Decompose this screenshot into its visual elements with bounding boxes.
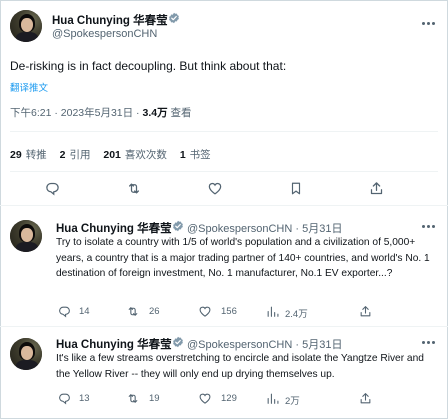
- verified-badge-icon: [173, 336, 183, 348]
- divider: [0, 205, 448, 206]
- views-count: 2.4万: [285, 309, 308, 320]
- avatar[interactable]: [10, 220, 42, 252]
- share-icon[interactable]: [359, 305, 372, 318]
- timestamp[interactable]: 下午6:21 · 2023年5月31日 ·: [10, 107, 142, 119]
- views-icon[interactable]: [266, 305, 279, 318]
- retweet-icon[interactable]: [126, 181, 142, 196]
- retweet-icon[interactable]: [126, 392, 140, 405]
- display-name[interactable]: Hua Chunying 华春莹: [56, 336, 172, 352]
- like-icon[interactable]: [207, 181, 223, 196]
- bookmark-icon[interactable]: [289, 181, 303, 196]
- share-icon[interactable]: [369, 181, 384, 196]
- retweet-count: 26: [149, 306, 160, 317]
- retweet-icon[interactable]: [126, 305, 140, 318]
- retweet-count: 19: [149, 393, 160, 404]
- reply-icon[interactable]: [45, 181, 60, 196]
- handle[interactable]: @SpokespersonCHN: [52, 28, 157, 40]
- tweet-text: Try to isolate a country with 1/5 of wor…: [56, 237, 430, 279]
- avatar[interactable]: [10, 338, 42, 370]
- verified-badge-icon: [173, 220, 183, 232]
- like-count: 129: [221, 393, 237, 404]
- divider: [10, 131, 438, 132]
- like-icon[interactable]: [198, 305, 212, 318]
- verified-badge-icon: [169, 12, 179, 24]
- quotes-stat[interactable]: 2 引用: [60, 149, 91, 161]
- more-options-icon[interactable]: [422, 22, 436, 26]
- reply-icon[interactable]: [58, 392, 71, 405]
- translate-link[interactable]: 翻译推文: [10, 80, 48, 94]
- share-icon[interactable]: [359, 392, 372, 405]
- display-name[interactable]: Hua Chunying 华春莹: [56, 220, 172, 236]
- display-name[interactable]: Hua Chunying 华春莹: [52, 12, 168, 28]
- divider: [10, 171, 438, 172]
- like-icon[interactable]: [198, 392, 212, 405]
- views-label: 查看: [170, 107, 192, 119]
- handle-and-date[interactable]: @SpokespersonCHN · 5月31日: [187, 336, 342, 352]
- tweet-timestamp-row: 下午6:21 · 2023年5月31日 · 3.4万 查看: [10, 105, 192, 120]
- more-options-icon[interactable]: [422, 225, 436, 229]
- reply-count: 13: [79, 393, 90, 404]
- tweet-text: It's like a few streams overstretching t…: [56, 353, 424, 380]
- views-count: 2万: [285, 396, 300, 407]
- handle-and-date[interactable]: @SpokespersonCHN · 5月31日: [187, 220, 342, 236]
- likes-stat[interactable]: 201 喜欢次数: [103, 149, 167, 161]
- divider: [0, 326, 448, 327]
- tweet-text: De-risking is in fact decoupling. But th…: [10, 59, 287, 73]
- avatar[interactable]: [10, 10, 42, 42]
- like-count: 156: [221, 306, 237, 317]
- views-icon[interactable]: [266, 392, 279, 405]
- views-count: 3.4万: [142, 107, 168, 119]
- bookmarks-stat[interactable]: 1 书签: [180, 149, 211, 161]
- more-options-icon[interactable]: [422, 341, 436, 345]
- tweet-stats-row: 29 转推 2 引用 201 喜欢次数 1 书签: [10, 147, 211, 162]
- reply-count: 14: [79, 306, 90, 317]
- retweets-stat[interactable]: 29 转推: [10, 149, 47, 161]
- reply-icon[interactable]: [58, 305, 71, 318]
